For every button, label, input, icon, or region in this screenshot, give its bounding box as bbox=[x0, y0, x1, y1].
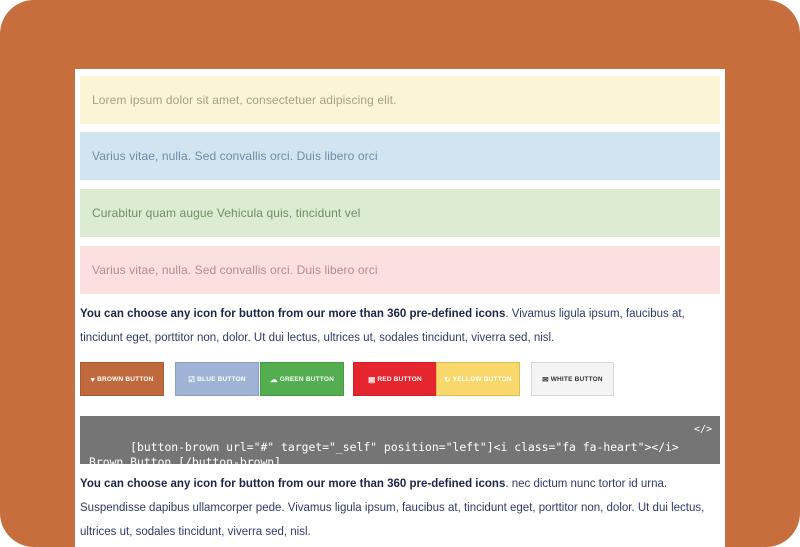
green-button-label: GREEN BUTTON bbox=[279, 375, 334, 383]
blue-button-label: BLUE BUTTON bbox=[197, 375, 246, 383]
white-button-label: WHITE BUTTON bbox=[550, 375, 603, 383]
code-icon[interactable]: </> bbox=[694, 422, 712, 438]
refresh-icon: ↻ bbox=[444, 374, 451, 384]
white-button[interactable]: ✉ WHITE BUTTON bbox=[531, 362, 614, 396]
code-text: [button-brown url="#" target="_self" pos… bbox=[89, 439, 679, 470]
check-square-icon: ☑ bbox=[188, 374, 196, 384]
envelope-icon: ✉ bbox=[542, 374, 549, 384]
second-paragraph-bold: You can choose any icon for button from … bbox=[80, 478, 506, 490]
alert-yellow-text: Lorem ipsum dolor sit amet, consectetuer… bbox=[92, 93, 397, 107]
yellow-button-label: YELLOW BUTTON bbox=[452, 375, 512, 383]
intro-paragraph: You can choose any icon for button from … bbox=[80, 302, 720, 350]
brown-button-label: BROWN BUTTON bbox=[97, 375, 154, 383]
red-button-label: RED BUTTON bbox=[377, 375, 422, 383]
alert-red-text: Varius vitae, nulla. Sed convallis orci.… bbox=[92, 263, 378, 277]
second-paragraph: You can choose any icon for button from … bbox=[80, 472, 720, 544]
brown-button[interactable]: ♥ BROWN BUTTON bbox=[80, 362, 164, 396]
heart-icon: ♥ bbox=[90, 374, 96, 384]
content-card: Lorem ipsum dolor sit amet, consectetuer… bbox=[75, 69, 725, 547]
yellow-button[interactable]: ↻ YELLOW BUTTON bbox=[436, 362, 520, 396]
cloud-download-icon: ☁ bbox=[270, 374, 278, 384]
alert-green: Curabitur quam augue Vehicula quis, tinc… bbox=[80, 189, 720, 237]
alert-yellow: Lorem ipsum dolor sit amet, consectetuer… bbox=[80, 76, 720, 124]
blue-button[interactable]: ☑ BLUE BUTTON bbox=[175, 362, 259, 396]
button-row: ♥ BROWN BUTTON ☑ BLUE BUTTON ☁ GREEN BUT… bbox=[80, 362, 720, 398]
green-button[interactable]: ☁ GREEN BUTTON bbox=[260, 362, 344, 396]
app-frame: Lorem ipsum dolor sit amet, consectetuer… bbox=[0, 0, 800, 547]
alert-blue: Varius vitae, nulla. Sed convallis orci.… bbox=[80, 132, 720, 180]
news-icon: ▤ bbox=[368, 374, 376, 384]
alert-red: Varius vitae, nulla. Sed convallis orci.… bbox=[80, 246, 720, 294]
alert-blue-text: Varius vitae, nulla. Sed convallis orci.… bbox=[92, 149, 378, 163]
red-button[interactable]: ▤ RED BUTTON bbox=[353, 362, 437, 396]
intro-paragraph-bold: You can choose any icon for button from … bbox=[80, 308, 506, 320]
alert-green-text: Curabitur quam augue Vehicula quis, tinc… bbox=[92, 206, 361, 220]
code-block[interactable]: [button-brown url="#" target="_self" pos… bbox=[80, 416, 720, 469]
